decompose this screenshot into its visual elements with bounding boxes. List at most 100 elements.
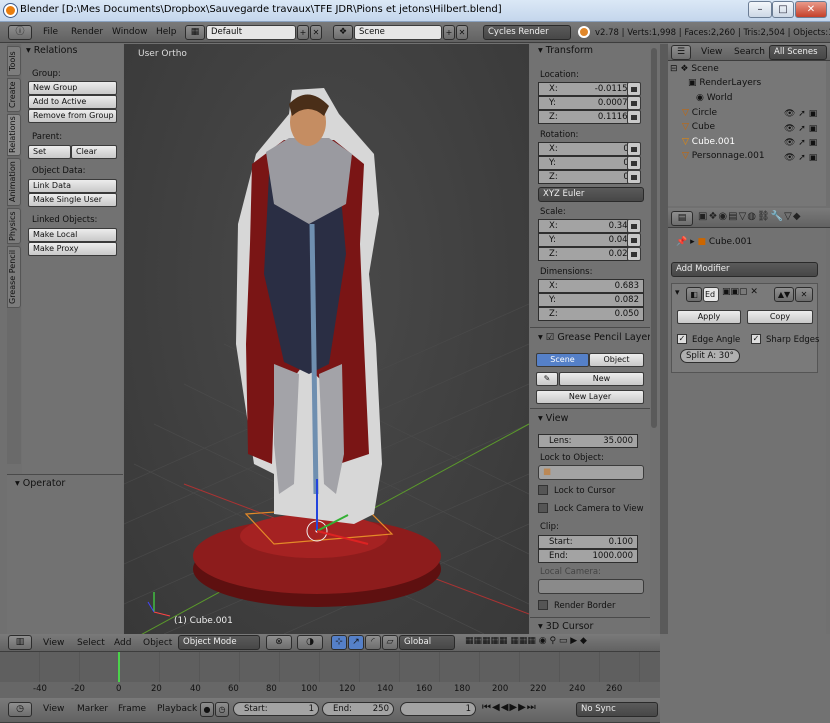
scale-x-field[interactable]: X: 0.341 <box>538 219 638 233</box>
view3d-menu-view[interactable]: View <box>43 638 64 648</box>
playback-controls[interactable]: ⏮◀◀▶▶⏭ <box>482 702 537 713</box>
add-scene-icon[interactable]: + <box>443 25 455 40</box>
make-single-user-button[interactable]: Make Single User <box>28 193 117 207</box>
clip-start-field[interactable]: Start: 0.100 <box>538 535 638 549</box>
outliner-item[interactable]: ▣ RenderLayers <box>688 78 761 88</box>
scene-icon[interactable]: ❖ <box>333 25 353 40</box>
outliner-item[interactable]: ▽ Personnage.001 <box>682 151 765 161</box>
outliner-item-selected[interactable]: ▽ Cube.001 <box>682 137 735 147</box>
menu-window[interactable]: Window <box>112 27 148 37</box>
3d-cursor-header[interactable]: ▾ 3D Cursor <box>534 621 644 634</box>
lock-icon[interactable] <box>627 170 641 184</box>
tab-grease-pencil[interactable]: Grease Pencil <box>7 246 21 308</box>
pivot-icon[interactable]: ⊗ <box>266 635 292 650</box>
new-group-button[interactable]: New Group <box>28 81 117 95</box>
location-x-field[interactable]: X: -0.01153 <box>538 82 638 96</box>
timeline[interactable]: -40 -20 0 20 40 60 80 100 120 140 160 18… <box>0 652 660 698</box>
remove-scene-icon[interactable]: ✕ <box>456 25 468 40</box>
minimize-button[interactable]: – <box>748 1 772 18</box>
grease-new-button[interactable]: New <box>559 372 644 386</box>
lock-icon[interactable] <box>627 82 641 96</box>
menu-help[interactable]: Help <box>156 27 177 37</box>
new-layer-button[interactable]: New Layer <box>536 390 644 404</box>
add-layout-icon[interactable]: + <box>297 25 309 40</box>
tab-relations[interactable]: Relations <box>7 114 21 156</box>
apply-button[interactable]: Apply <box>677 310 741 324</box>
properties-editor-icon[interactable]: ▤ <box>671 211 693 226</box>
manipulator-toggle-icon[interactable]: ⊹ <box>331 635 347 650</box>
add-modifier-button[interactable]: Add Modifier <box>671 262 818 277</box>
outliner-item[interactable]: ⊟ ❖ Scene <box>670 64 719 74</box>
sync-selector[interactable]: No Sync <box>576 702 658 717</box>
outliner-item[interactable]: ▽ Circle <box>682 108 717 118</box>
lock-camera-checkbox[interactable] <box>538 503 548 513</box>
split-angle-field[interactable]: Split A: 30° <box>680 349 740 363</box>
add-to-active-button[interactable]: Add to Active <box>28 95 117 109</box>
scene-selector[interactable]: Scene <box>354 25 442 40</box>
pencil-icon[interactable]: ✎ <box>536 372 558 386</box>
location-z-field[interactable]: Z: 0.11162 <box>538 110 638 124</box>
current-frame-field[interactable]: 1 <box>400 702 476 716</box>
lock-icon[interactable] <box>627 233 641 247</box>
make-proxy-button[interactable]: Make Proxy <box>28 242 117 256</box>
lock-icon[interactable] <box>627 110 641 124</box>
move-up-down-icon[interactable]: ▲▼ <box>774 287 794 302</box>
grease-scene-tab[interactable]: Scene <box>536 353 589 367</box>
translate-icon[interactable]: ↗ <box>348 635 364 650</box>
record-icon[interactable]: ● <box>200 702 214 717</box>
lock-icon[interactable] <box>627 156 641 170</box>
outliner-item[interactable]: ▽ Cube <box>682 122 715 132</box>
outliner-filter-selector[interactable]: All Scenes <box>769 45 827 60</box>
render-border-checkbox[interactable] <box>538 600 548 610</box>
3d-view-editor-icon[interactable]: ▥ <box>8 635 32 650</box>
rotation-mode-selector[interactable]: XYZ Euler <box>538 187 644 202</box>
link-data-button[interactable]: Link Data <box>28 179 117 193</box>
modifier-name-field[interactable]: Ed <box>703 287 719 302</box>
end-frame-field[interactable]: End: 250 <box>322 702 394 716</box>
timeline-menu-playback[interactable]: Playback <box>157 704 197 714</box>
clear-parent-button[interactable]: Clear <box>71 145 117 159</box>
layout-selector[interactable]: Default <box>206 25 296 40</box>
info-editor-icon[interactable]: ⓘ <box>8 25 32 40</box>
grease-object-tab[interactable]: Object <box>589 353 644 367</box>
tab-tools[interactable]: Tools <box>7 46 21 76</box>
copy-button[interactable]: Copy <box>747 310 813 324</box>
dimension-x-field[interactable]: X: 0.683 <box>538 279 644 293</box>
outliner-menu-search[interactable]: Search <box>734 47 765 57</box>
rotation-x-field[interactable]: X:0° <box>538 142 638 156</box>
sharp-edges-checkbox[interactable]: ✓ <box>751 334 761 344</box>
3d-viewport[interactable]: User Ortho (1) Cube.001 <box>124 44 529 634</box>
rotation-y-field[interactable]: Y:0° <box>538 156 638 170</box>
timeline-editor-icon[interactable]: ◷ <box>8 702 32 717</box>
view-header[interactable]: ▾ View <box>534 413 644 426</box>
lock-cursor-checkbox[interactable] <box>538 485 548 495</box>
edge-angle-checkbox[interactable]: ✓ <box>677 334 687 344</box>
tab-animation[interactable]: Animation <box>7 158 21 206</box>
current-frame-line[interactable] <box>118 652 120 682</box>
shading-icon[interactable]: ◑ <box>297 635 323 650</box>
dimension-z-field[interactable]: Z: 0.050 <box>538 307 644 321</box>
rotate-icon[interactable]: ◜ <box>365 635 381 650</box>
make-local-button[interactable]: Make Local <box>28 228 117 242</box>
remove-from-group-button[interactable]: Remove from Group <box>28 109 117 123</box>
scale-z-field[interactable]: Z: 0.025 <box>538 247 638 261</box>
render-engine-selector[interactable]: Cycles Render <box>483 25 571 40</box>
operator-header[interactable]: ▾ Operator <box>11 478 111 491</box>
remove-layout-icon[interactable]: ✕ <box>310 25 322 40</box>
lock-icon[interactable] <box>627 96 641 110</box>
rotation-z-field[interactable]: Z:0° <box>538 170 638 184</box>
transform-header[interactable]: ▾ Transform <box>534 45 644 58</box>
clip-end-field[interactable]: End: 1000.000 <box>538 549 638 563</box>
mode-selector[interactable]: Object Mode <box>178 635 260 650</box>
scale-y-field[interactable]: Y: 0.041 <box>538 233 638 247</box>
remove-modifier-icon[interactable]: ✕ <box>795 287 813 302</box>
view3d-menu-select[interactable]: Select <box>77 638 105 648</box>
preview-range-icon[interactable]: ◷ <box>215 702 229 717</box>
outliner-editor-icon[interactable]: ☰ <box>671 45 691 60</box>
start-frame-field[interactable]: Start: 1 <box>233 702 319 716</box>
local-camera-field[interactable] <box>538 579 644 594</box>
tab-create[interactable]: Create <box>7 78 21 112</box>
orientation-selector[interactable]: Global <box>399 635 455 650</box>
scale-icon[interactable]: ▱ <box>382 635 398 650</box>
set-parent-button[interactable]: Set <box>28 145 71 159</box>
